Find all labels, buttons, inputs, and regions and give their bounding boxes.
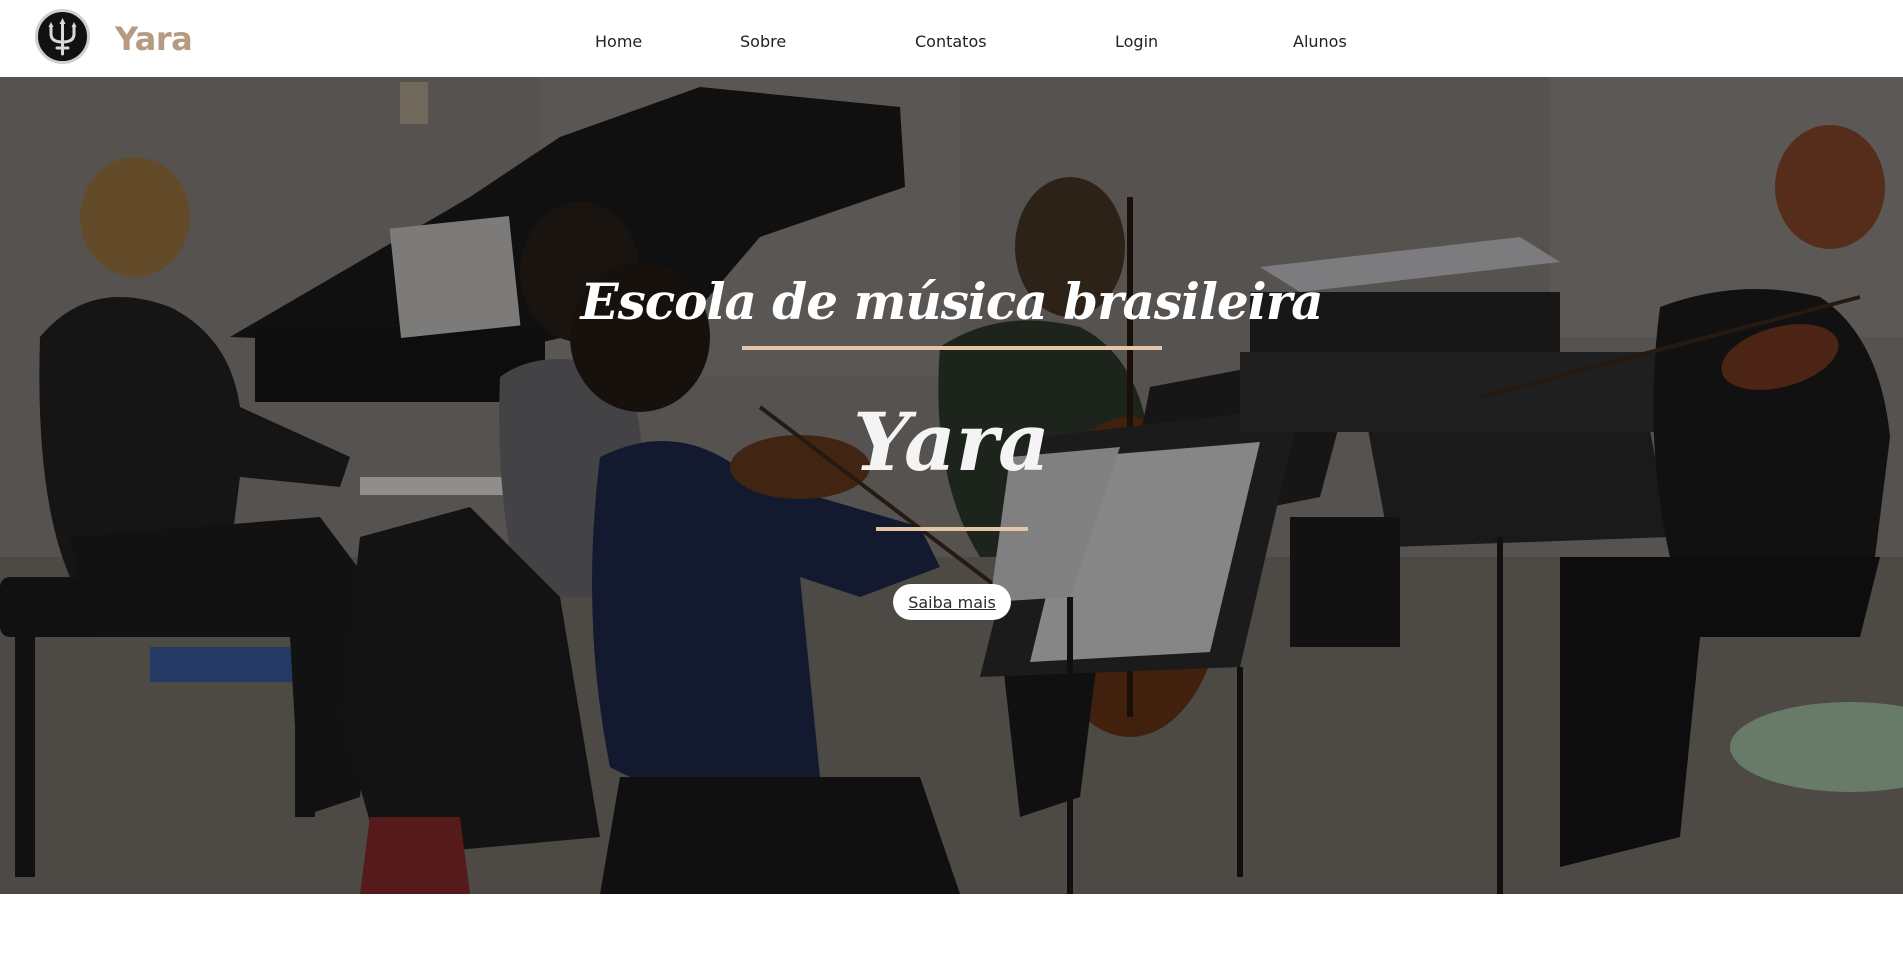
- title-divider: [742, 346, 1162, 350]
- nav-sobre[interactable]: Sobre: [740, 32, 786, 51]
- name-divider: [876, 527, 1028, 531]
- hero-title: Escola de música brasileira: [580, 272, 1323, 331]
- hero-school-name: Yara: [853, 395, 1050, 489]
- brand-name[interactable]: Yara: [115, 20, 193, 58]
- navbar: Yara Home Sobre Contatos Login Alunos: [0, 0, 1903, 77]
- nav-login[interactable]: Login: [1115, 32, 1158, 51]
- saiba-mais-button[interactable]: Saiba mais: [893, 584, 1011, 620]
- hero-section: Escola de música brasileira Yara Saiba m…: [0, 77, 1903, 894]
- nav-contatos[interactable]: Contatos: [915, 32, 987, 51]
- nav-alunos[interactable]: Alunos: [1293, 32, 1347, 51]
- trident-icon[interactable]: [35, 9, 90, 64]
- nav-home[interactable]: Home: [595, 32, 642, 51]
